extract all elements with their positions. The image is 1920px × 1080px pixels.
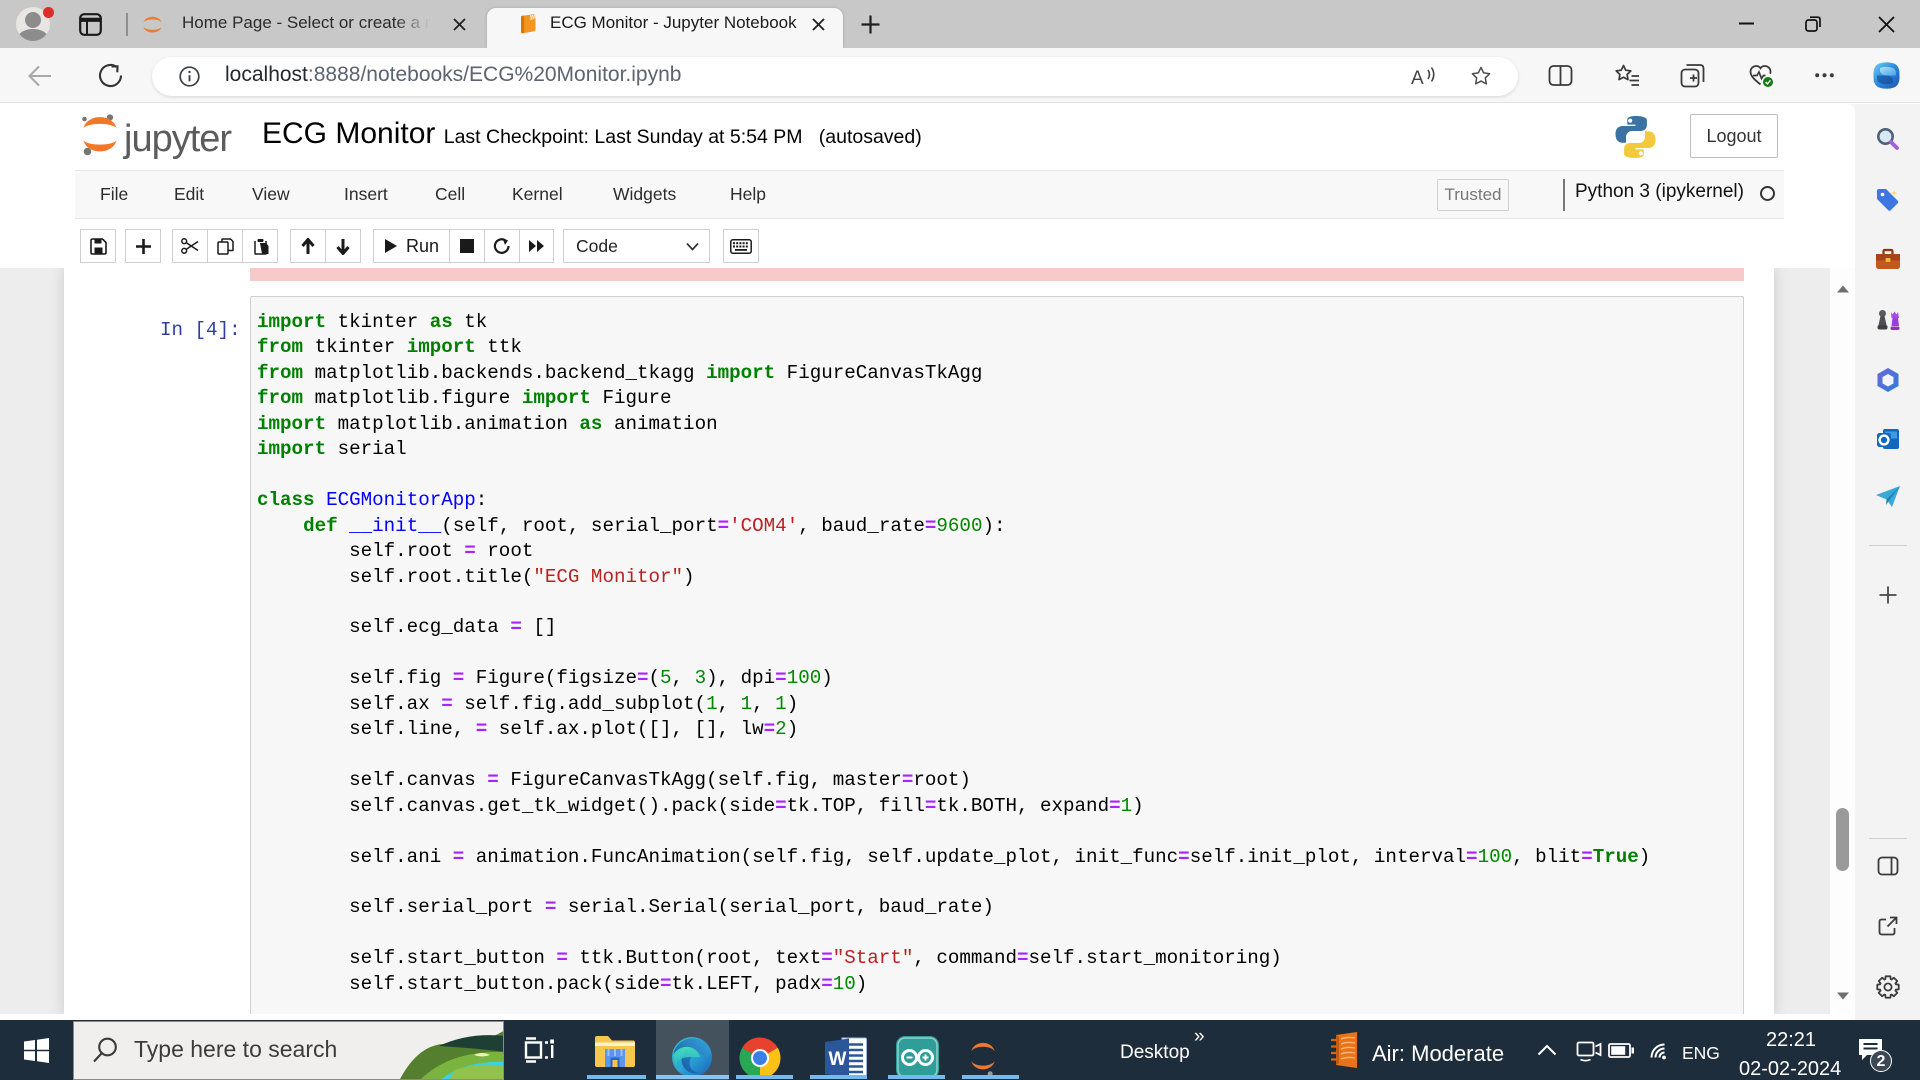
svg-text:jupyter: jupyter [123,118,232,160]
svg-text:A: A [1411,68,1424,88]
svg-text:W: W [829,1049,847,1070]
